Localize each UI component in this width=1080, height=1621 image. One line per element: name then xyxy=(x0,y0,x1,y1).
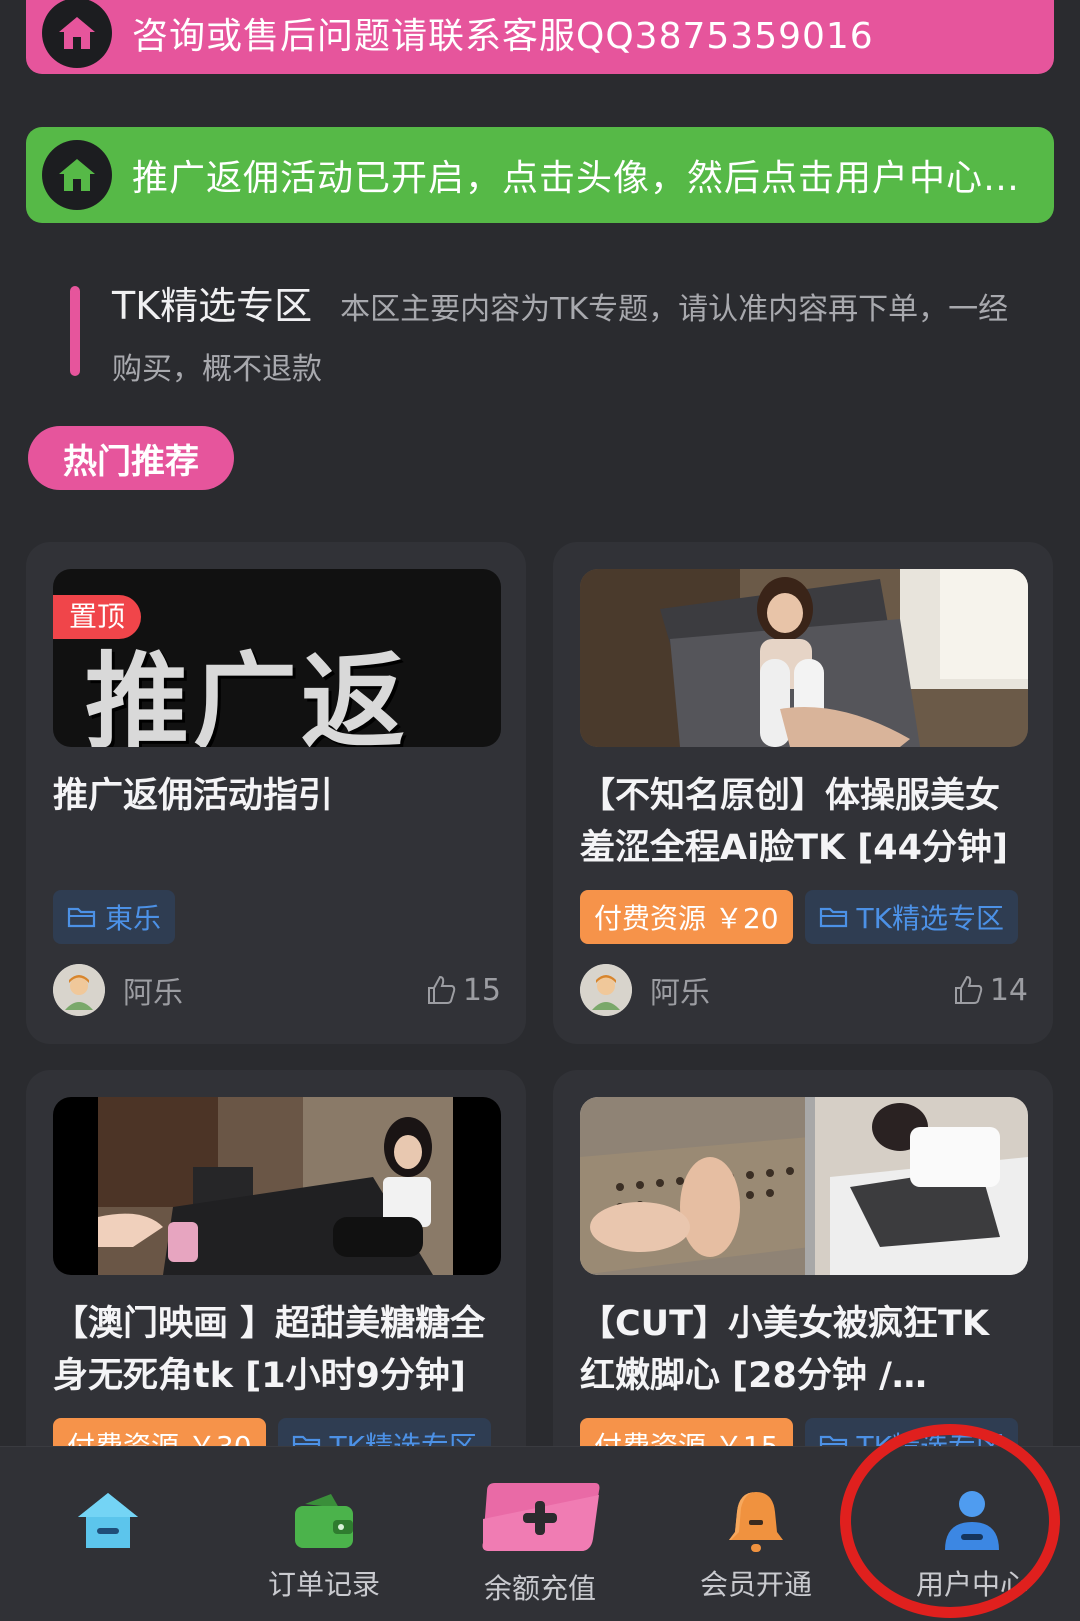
like-counter[interactable]: 14 xyxy=(952,973,1028,1008)
section-title: TK精选专区 xyxy=(112,284,313,328)
folder-icon xyxy=(819,907,847,928)
support-banner-text: 咨询或售后问题请联系客服QQ3875359016 xyxy=(132,16,874,57)
post-title[interactable]: 【不知名原创】体操服美女羞涩全程Ai脸TK [44分钟] xyxy=(580,770,1020,874)
home-icon xyxy=(42,0,112,68)
promo-banner[interactable]: 推广返佣活动已开启，点击头像，然后点击用户中心了解详情 xyxy=(26,127,1054,223)
nav-orders[interactable]: 订单记录 xyxy=(216,1447,432,1621)
nav-member-label: 会员开通 xyxy=(699,1568,812,1601)
like-count: 15 xyxy=(462,972,501,1008)
nav-home[interactable] xyxy=(0,1447,216,1621)
avatar[interactable] xyxy=(580,964,632,1016)
thumbs-up-icon xyxy=(427,975,456,1004)
folder-icon xyxy=(67,907,96,928)
user-icon xyxy=(941,1485,1003,1557)
pinned-badge: 置顶 xyxy=(53,595,142,639)
post-card[interactable]: 【不知名原创】体操服美女羞涩全程Ai脸TK [44分钟] 付费资源 ￥20 TK… xyxy=(553,542,1053,1044)
avatar[interactable] xyxy=(53,964,105,1016)
author-name: 阿乐 xyxy=(650,976,710,1011)
nav-orders-label: 订单记录 xyxy=(267,1568,380,1601)
section-header: TK精选专区 本区主要内容为TK专题，请认准内容再下单，一经购买，概不退款 xyxy=(112,278,1012,402)
post-title[interactable]: 【CUT】小美女被疯狂TK红嫩脚心 [28分钟 / 821MB] xyxy=(580,1298,1020,1402)
post-title[interactable]: 推广返佣活动指引 xyxy=(53,770,493,822)
post-thumbnail[interactable] xyxy=(53,1097,501,1275)
nav-user-center[interactable]: 用户中心 xyxy=(864,1447,1080,1621)
post-thumbnail[interactable] xyxy=(580,1097,1028,1275)
bottom-navigation: 订单记录 余额充值 会员开通 用户中心 xyxy=(0,1446,1080,1621)
promo-banner-text: 推广返佣活动已开启，点击头像，然后点击用户中心了解详情 xyxy=(132,158,1042,199)
bell-icon xyxy=(725,1485,787,1557)
hot-recommend-tab[interactable]: 热门推荐 xyxy=(28,426,234,490)
like-count: 14 xyxy=(989,972,1028,1008)
nav-member[interactable]: 会员开通 xyxy=(648,1447,864,1621)
add-icon xyxy=(479,1481,601,1553)
wallet-icon xyxy=(291,1485,357,1557)
category-label: TK精选专区 xyxy=(856,902,1004,935)
nav-recharge-label: 余额充值 xyxy=(483,1572,596,1605)
price-tag: 付费资源 ￥20 xyxy=(580,890,793,944)
section-accent-bar xyxy=(70,286,80,376)
category-tag[interactable]: TK精选专区 xyxy=(804,890,1018,944)
post-card[interactable]: 【CUT】小美女被疯狂TK红嫩脚心 [28分钟 / 821MB] 付费资源 ￥1… xyxy=(553,1070,1053,1472)
post-title[interactable]: 【澳门映画 】超甜美糖糖全身无死角tk [1小时9分钟] xyxy=(53,1298,493,1402)
post-thumbnail[interactable] xyxy=(580,569,1028,747)
home-icon xyxy=(75,1485,141,1557)
post-card[interactable]: 【澳门映画 】超甜美糖糖全身无死角tk [1小时9分钟] 付费资源 ￥30 TK… xyxy=(26,1070,526,1472)
thumbnail-text: 推广返佣 xyxy=(85,641,410,747)
like-counter[interactable]: 15 xyxy=(425,973,501,1008)
post-thumbnail[interactable]: 推广返佣 置顶 xyxy=(53,569,501,747)
support-banner[interactable]: 咨询或售后问题请联系客服QQ3875359016 xyxy=(26,0,1054,74)
author-name: 阿乐 xyxy=(123,976,183,1011)
category-label: 東乐 xyxy=(105,902,162,935)
home-icon xyxy=(42,140,112,210)
post-card[interactable]: 推广返佣 置顶 推广返佣活动指引 東乐 阿乐 15 xyxy=(26,542,526,1044)
thumbs-up-icon xyxy=(954,975,983,1004)
nav-user-label: 用户中心 xyxy=(915,1568,1028,1601)
category-tag[interactable]: 東乐 xyxy=(53,890,176,944)
nav-recharge[interactable]: 余额充值 xyxy=(432,1447,648,1621)
